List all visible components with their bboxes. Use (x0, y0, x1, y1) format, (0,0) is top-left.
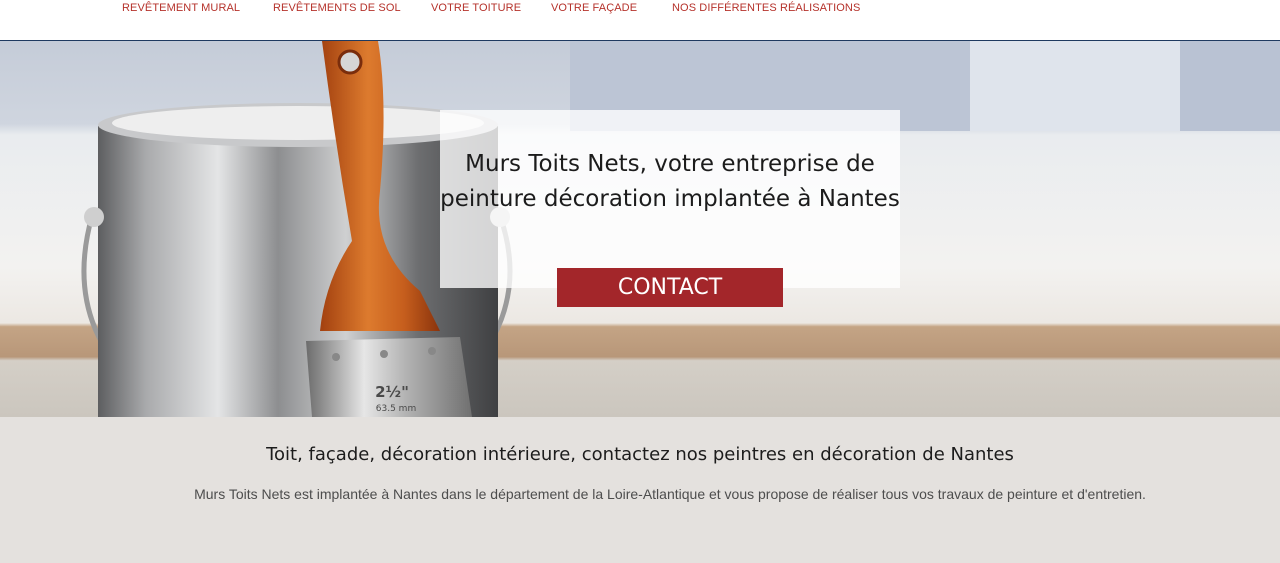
nav-item-revetement-mural[interactable]: Revêtement mural (122, 0, 240, 16)
nav-item-votre-facade[interactable]: Votre façade (551, 0, 637, 16)
intro-paragraph: Murs Toits Nets est implantée à Nantes d… (194, 486, 1146, 502)
intro-heading: Toit, façade, décoration intérieure, con… (266, 444, 1014, 465)
ferrule-rivet (332, 353, 340, 361)
window-pane (1180, 41, 1280, 131)
brush-size-label: 2½" (375, 383, 409, 401)
top-navigation: Revêtement mural Revêtements de sol Votr… (0, 0, 1280, 41)
intro-section: Toit, façade, décoration intérieure, con… (0, 417, 1280, 563)
can-ear (84, 207, 104, 227)
nav-item-revetements-de-sol[interactable]: Revêtements de sol (273, 0, 401, 16)
hero-banner: 2½" 63.5 mm Murs Toits Nets, votre entre… (0, 41, 1280, 417)
window-pane (970, 41, 1180, 131)
contact-button[interactable]: CONTACT (557, 268, 783, 307)
paint-can-lid (112, 106, 484, 140)
brush-hang-hole (337, 49, 363, 75)
ferrule-rivet (428, 347, 436, 355)
nav-item-votre-toiture[interactable]: Votre toiture (431, 0, 521, 16)
hero-title: Murs Toits Nets, votre entreprise de pei… (440, 151, 900, 212)
nav-item-nos-realisations[interactable]: Nos différentes réalisations (672, 0, 860, 16)
ferrule-rivet (380, 350, 388, 358)
brush-mm-label: 63.5 mm (376, 404, 416, 414)
